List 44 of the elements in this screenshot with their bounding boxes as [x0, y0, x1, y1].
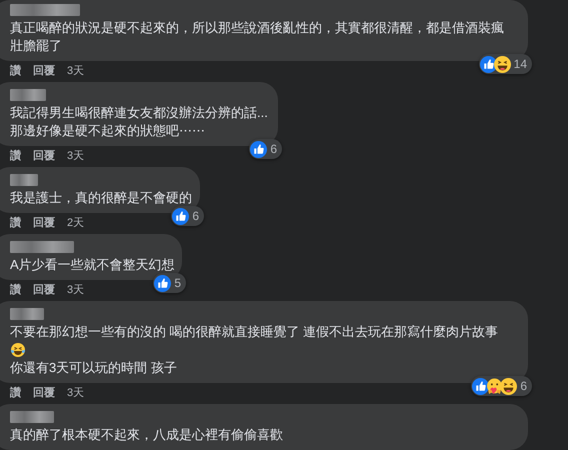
comment-time[interactable]: 3天	[67, 384, 84, 402]
comment-time[interactable]: 2天	[67, 214, 84, 232]
hugging-face-icon	[486, 378, 504, 394]
reaction-badge[interactable]: 6	[471, 376, 532, 396]
action-link[interactable]: 回覆	[33, 62, 55, 80]
like-icon	[472, 378, 490, 394]
like-icon	[154, 274, 172, 292]
laughing-emoji-icon	[10, 342, 26, 358]
comment-text: 你還有3天可以玩的時間 孩子	[10, 359, 178, 377]
comment-text: 真的醉了根本硬不起來，八成是心裡有偷偷喜歡	[10, 426, 284, 444]
redacted-name	[10, 174, 38, 186]
action-link[interactable]: 回覆	[33, 282, 55, 298]
comment-text: 那邊好像是硬不起來的狀態吧⋯⋯	[10, 122, 206, 140]
action-link[interactable]: 讚	[10, 62, 21, 80]
comment-time[interactable]: 3天	[67, 148, 84, 164]
action-link[interactable]: 回覆	[33, 214, 55, 232]
redacted-name	[10, 89, 46, 101]
redacted-name	[10, 4, 80, 16]
reaction-badge[interactable]: 6	[171, 206, 204, 226]
reaction-badge[interactable]: 14	[478, 54, 532, 74]
redacted-name	[10, 241, 74, 253]
comment-time[interactable]: 3天	[67, 62, 84, 80]
like-icon	[480, 56, 497, 72]
comment-text: 真正喝醉的狀況是硬不起來的，所以那些說酒後亂性的，其實都很清醒，都是借酒裝瘋	[10, 19, 505, 37]
action-link[interactable]: 讚	[10, 384, 21, 402]
redacted-name	[10, 308, 44, 320]
reaction-badge[interactable]: 5	[153, 273, 186, 293]
reaction-badge[interactable]: 6	[249, 139, 282, 159]
laughing-face-icon	[500, 378, 518, 394]
action-link[interactable]: 讚	[10, 282, 21, 298]
comment-text: 我是護士，真的很醉是不會硬的	[10, 189, 190, 207]
comment-text: A片少看一些就不會整天幻想	[10, 256, 172, 274]
comment-time[interactable]: 3天	[67, 282, 84, 298]
laughing-face-icon	[494, 56, 511, 72]
comment-text: 壯膽罷了	[10, 37, 63, 55]
like-icon	[172, 208, 190, 224]
action-link[interactable]: 回覆	[33, 148, 55, 164]
comment-text: 我記得男生喝很醉連女友都沒辦法分辨的話...	[10, 104, 268, 122]
action-link[interactable]: 讚	[10, 214, 21, 232]
redacted-name	[10, 411, 54, 423]
action-link[interactable]: 讚	[10, 148, 21, 164]
action-link[interactable]: 回覆	[33, 384, 55, 402]
comment-text: 不要在那幻想一些有的沒的 喝的很醉就直接睡覺了 連假不出去玩在那寫什麼肉片故事	[10, 323, 500, 341]
like-icon	[250, 140, 268, 158]
